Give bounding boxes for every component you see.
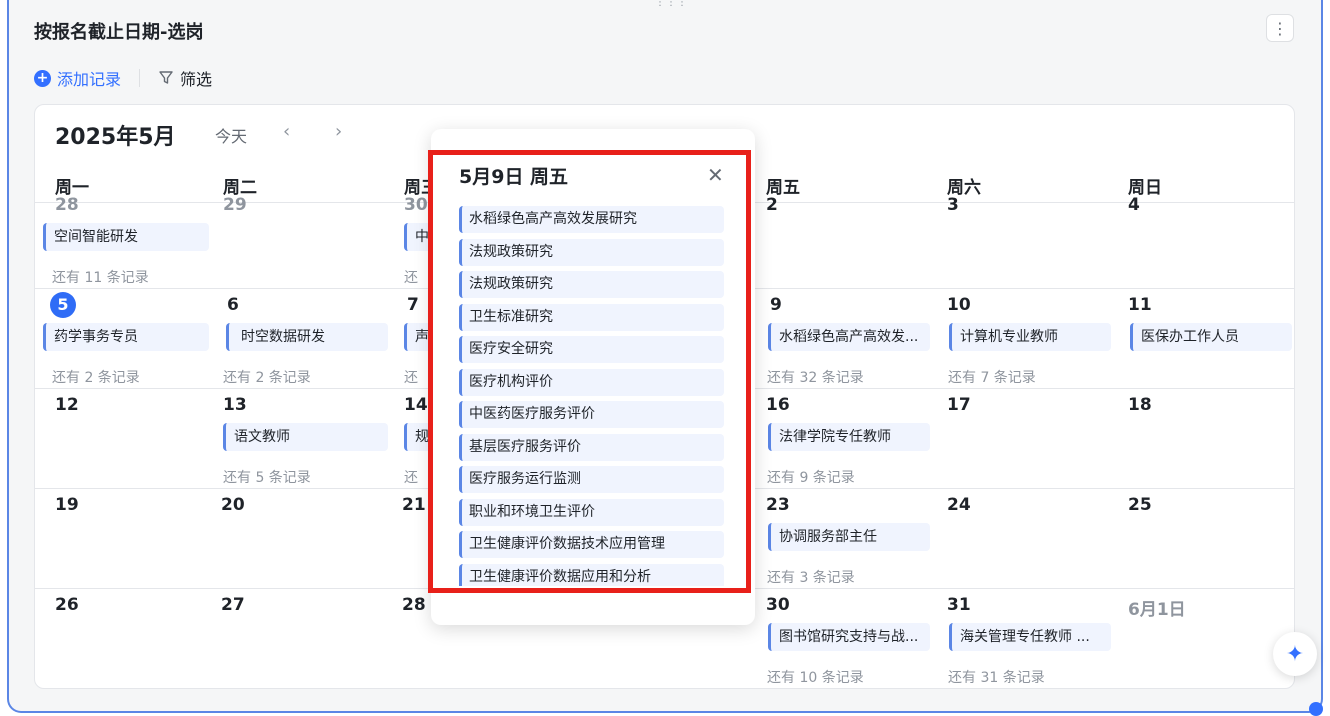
more-records-link[interactable]: 还有 2 条记录 [52, 367, 140, 387]
day-number: 13 [223, 395, 247, 415]
day-number: 21 [402, 495, 426, 515]
toolbar-divider [139, 69, 141, 87]
chevron-left-icon[interactable]: ‹ [283, 121, 290, 142]
filter-button[interactable]: 筛选 [158, 66, 212, 90]
calendar-event[interactable]: 海关管理专任教师 ... [949, 623, 1111, 651]
day-number: 27 [221, 595, 245, 615]
chevron-right-icon[interactable]: › [335, 121, 342, 142]
day-number: 6月1日 [1128, 600, 1186, 620]
day-number: 11 [1128, 295, 1152, 315]
calendar-event[interactable]: 时空数据研发 [226, 323, 388, 351]
calendar-event[interactable]: 协调服务部主任 [768, 523, 930, 551]
day-number: 9 [770, 295, 782, 315]
calendar-event[interactable]: 空间智能研发 [43, 223, 209, 251]
day-number: 31 [947, 595, 971, 615]
filter-icon [159, 71, 173, 84]
add-record-button[interactable]: + 添加记录 [34, 66, 121, 90]
more-records-link[interactable]: 还 [404, 467, 418, 487]
more-records-link[interactable]: 还有 10 条记录 [767, 667, 864, 687]
more-options-button[interactable]: ⋮ [1266, 14, 1294, 42]
ai-assistant-button[interactable]: ✦ [1273, 632, 1317, 676]
day-number: 10 [947, 295, 971, 315]
day-number: 30 [766, 595, 790, 615]
day-number: 4 [1128, 195, 1140, 215]
day-number: 20 [221, 495, 245, 515]
toolbar: + 添加记录 筛选 [34, 66, 212, 90]
day-number: 12 [55, 395, 79, 415]
day-number: 25 [1128, 495, 1152, 515]
more-records-link[interactable]: 还有 7 条记录 [948, 367, 1036, 387]
more-records-link[interactable]: 还 [404, 267, 418, 287]
day-number: 3 [947, 195, 959, 215]
day-number: 26 [55, 595, 79, 615]
sparkle-icon: ✦ [1285, 641, 1305, 667]
more-records-link[interactable]: 还有 5 条记录 [223, 467, 311, 487]
day-number: 7 [407, 295, 419, 315]
more-records-link[interactable]: 还有 3 条记录 [767, 567, 855, 587]
today-button[interactable]: 今天 [215, 123, 247, 147]
calendar-event[interactable]: 法律学院专任教师 [768, 423, 930, 451]
more-records-link[interactable]: 还有 2 条记录 [223, 367, 311, 387]
more-records-link[interactable]: 还有 32 条记录 [767, 367, 864, 387]
day-number: 16 [766, 395, 790, 415]
day-number: 24 [947, 495, 971, 515]
more-records-link[interactable]: 还有 11 条记录 [52, 267, 149, 287]
day-number: 28 [402, 595, 426, 615]
day-number: 19 [55, 495, 79, 515]
highlight-box [428, 150, 751, 593]
more-vertical-icon: ⋮ [1272, 18, 1288, 38]
day-number: 30 [404, 195, 428, 215]
day-number: 29 [223, 195, 247, 215]
calendar-event[interactable]: 语文教师 [223, 423, 388, 451]
page-title: 按报名截止日期-选岗 [34, 22, 204, 43]
more-records-link[interactable]: 还有 9 条记录 [767, 467, 855, 487]
day-number: 23 [766, 495, 790, 515]
filter-label: 筛选 [180, 70, 213, 89]
drag-handle-icon[interactable]: ⋮⋮⋮ [655, 0, 687, 10]
day-number: 28 [55, 195, 79, 215]
calendar-event[interactable]: 水稻绿色高产高效发... [768, 323, 930, 351]
day-number: 2 [766, 195, 778, 215]
day-number: 14 [404, 395, 428, 415]
today-day-number: 5 [50, 292, 76, 318]
day-number: 6 [227, 295, 239, 315]
calendar-event[interactable]: 计算机专业教师 [949, 323, 1111, 351]
more-records-link[interactable]: 还 [404, 367, 418, 387]
plus-circle-icon: + [34, 69, 51, 87]
day-number: 18 [1128, 395, 1152, 415]
more-records-link[interactable]: 还有 31 条记录 [948, 667, 1045, 687]
calendar-event[interactable]: 图书馆研究支持与战... [768, 623, 930, 651]
resize-handle[interactable] [1309, 702, 1323, 716]
calendar-event[interactable]: 医保办工作人员 [1130, 323, 1292, 351]
month-label: 2025年5月 [55, 125, 176, 150]
day-number: 17 [947, 395, 971, 415]
calendar-event[interactable]: 药学事务专员 [43, 323, 209, 351]
add-record-label: 添加记录 [57, 70, 122, 89]
